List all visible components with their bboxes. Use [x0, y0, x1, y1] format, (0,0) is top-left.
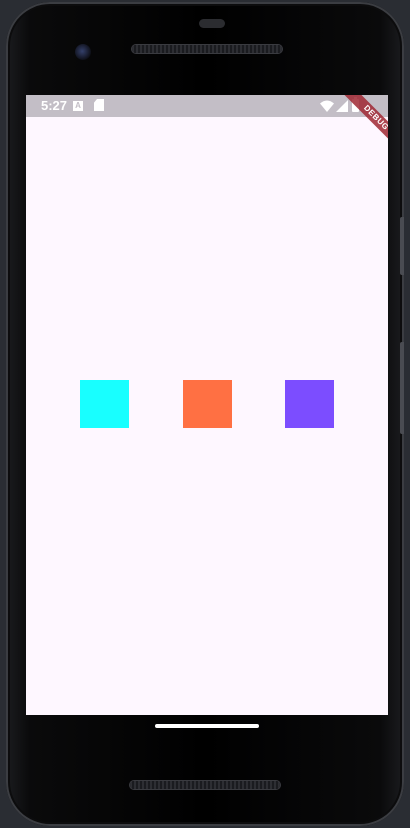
cyan-square	[80, 380, 129, 428]
sd-card-icon	[94, 99, 104, 111]
gesture-nav-handle[interactable]	[155, 724, 259, 728]
a-notification-icon: A	[73, 101, 83, 111]
bottom-speaker-grille	[130, 781, 280, 789]
front-camera-icon	[75, 44, 91, 60]
purple-square	[285, 380, 334, 428]
app-screen: 5:27 A DEBUG	[26, 95, 388, 715]
status-bar: 5:27 A	[26, 95, 388, 117]
status-time: 5:27	[41, 98, 68, 113]
top-speaker-grille	[132, 45, 282, 53]
wifi-icon	[320, 100, 334, 112]
earpiece	[199, 19, 225, 28]
device-frame: 5:27 A DEBUG	[0, 0, 410, 828]
orange-square	[183, 380, 232, 428]
power-button	[400, 217, 404, 275]
cell-signal-icon	[336, 100, 348, 112]
volume-button	[400, 342, 404, 434]
